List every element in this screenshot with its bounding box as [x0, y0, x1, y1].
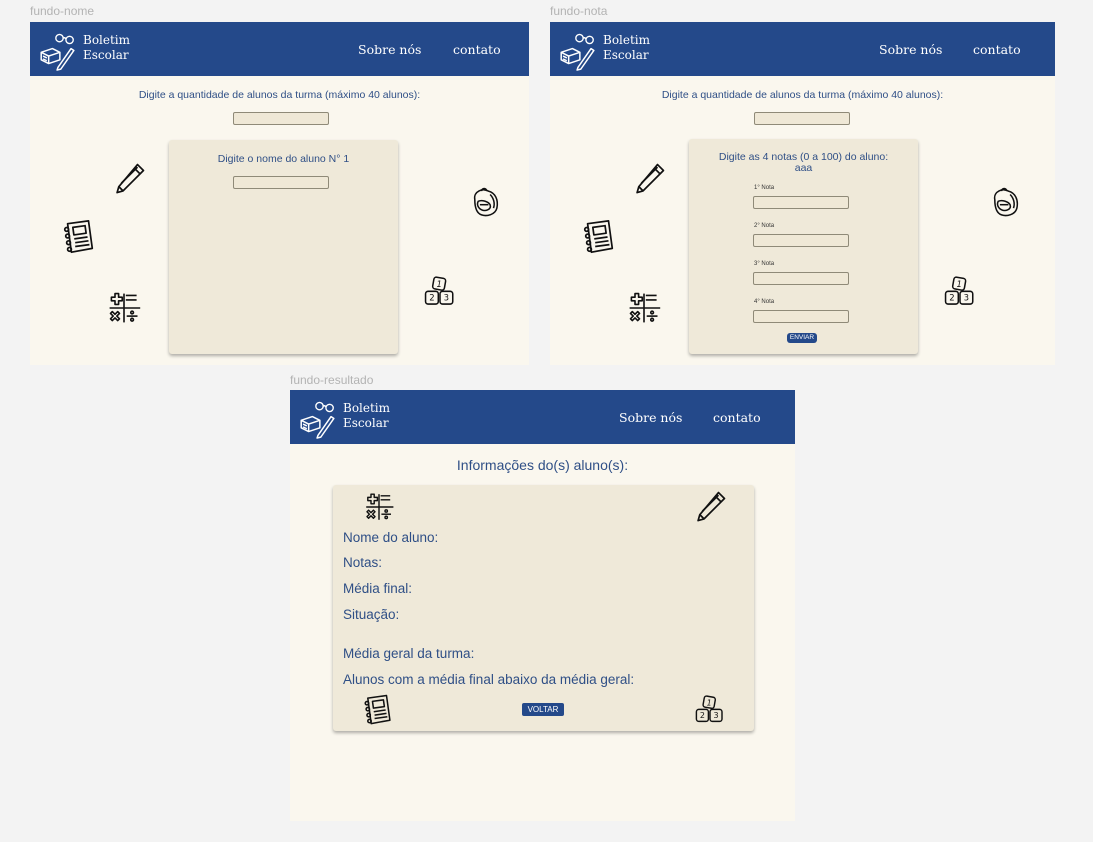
status-label: Situação:: [343, 607, 400, 622]
number-blocks-icon: [694, 695, 726, 727]
grade-2-input[interactable]: [753, 234, 849, 247]
frame-label-nome: fundo-nome: [30, 4, 95, 18]
back-button[interactable]: VOLTAR: [522, 703, 564, 716]
header: Boletim Escolar Sobre nós contato: [30, 22, 529, 76]
logo-text: Boletim Escolar: [83, 33, 131, 62]
pencil-icon: [632, 160, 666, 198]
number-blocks-icon: [943, 276, 977, 310]
grades-label: Notas:: [343, 555, 383, 570]
logo[interactable]: Boletim Escolar: [558, 30, 668, 70]
grades-prompt: Digite as 4 notas (0 a 100) do aluno: aaa: [718, 151, 889, 174]
nav-contato[interactable]: contato: [973, 42, 1021, 57]
glasses-icon: [574, 32, 596, 46]
quantity-input[interactable]: [754, 112, 850, 125]
nav-sobre-nos[interactable]: Sobre nós: [358, 42, 421, 57]
grade-2-label: 2° Nota: [754, 223, 775, 229]
frame-nome: Boletim Escolar Sobre nós contato Digite …: [30, 22, 529, 365]
logo[interactable]: Boletim Escolar: [38, 30, 148, 70]
books-icon: [38, 43, 78, 71]
result-panel: Nome do aluno: Notas: Média final: Situa…: [333, 485, 754, 731]
notebook-icon: [361, 693, 395, 727]
result-title: Informações do(s) aluno(s):: [456, 457, 629, 473]
glasses-icon: [314, 400, 336, 414]
send-button[interactable]: ENVIAR: [787, 333, 817, 343]
frame-resultado: Boletim Escolar Sobre nós contato Informa…: [290, 390, 795, 821]
nav-sobre-nos[interactable]: Sobre nós: [619, 410, 682, 425]
grade-4-input[interactable]: [753, 310, 849, 323]
logo-text: Boletim Escolar: [343, 401, 391, 430]
name-prompt: Digite o nome do aluno N° 1: [217, 153, 350, 165]
quantity-prompt: Digite a quantidade de alunos da turma (…: [661, 89, 944, 101]
math-symbols-icon: [363, 491, 395, 523]
backpack-icon: [468, 186, 502, 220]
grades-panel: Digite as 4 notas (0 a 100) do aluno: aaa…: [689, 139, 918, 354]
number-blocks-icon: [423, 276, 457, 310]
books-icon: [298, 411, 338, 439]
student-name-label: Nome do aluno:: [343, 530, 439, 545]
student-name-input[interactable]: [233, 176, 329, 189]
grade-4-label: 4° Nota: [754, 299, 775, 305]
notebook-icon: [60, 218, 98, 256]
grade-1-label: 1° Nota: [754, 185, 775, 191]
quantity-prompt: Digite a quantidade de alunos da turma (…: [138, 89, 421, 101]
pencil-icon: [693, 489, 727, 525]
grade-1-input[interactable]: [753, 196, 849, 209]
logo[interactable]: Boletim Escolar: [298, 398, 408, 438]
class-average-label: Média geral da turma:: [343, 646, 475, 661]
grade-3-input[interactable]: [753, 272, 849, 285]
pencil-icon: [112, 160, 146, 198]
frame-nota: Boletim Escolar Sobre nós contato Digite …: [550, 22, 1055, 365]
frame-label-nota: fundo-nota: [550, 4, 608, 18]
below-average-label: Alunos com a média final abaixo da média…: [343, 672, 635, 687]
nav-sobre-nos[interactable]: Sobre nós: [879, 42, 942, 57]
quantity-input[interactable]: [233, 112, 329, 125]
nav-contato[interactable]: contato: [453, 42, 501, 57]
frame-label-resultado: fundo-resultado: [290, 373, 374, 387]
math-symbols-icon: [626, 290, 662, 326]
backpack-icon: [988, 186, 1022, 220]
logo-text: Boletim Escolar: [603, 33, 651, 62]
books-icon: [558, 43, 598, 71]
notebook-icon: [580, 218, 618, 256]
header: Boletim Escolar Sobre nós contato: [290, 390, 795, 444]
nav-contato[interactable]: contato: [713, 410, 761, 425]
header: Boletim Escolar Sobre nós contato: [550, 22, 1055, 76]
name-panel: Digite o nome do aluno N° 1: [169, 140, 398, 354]
glasses-icon: [54, 32, 76, 46]
grade-3-label: 3° Nota: [754, 261, 775, 267]
final-average-label: Média final:: [343, 581, 413, 596]
math-symbols-icon: [106, 290, 142, 326]
